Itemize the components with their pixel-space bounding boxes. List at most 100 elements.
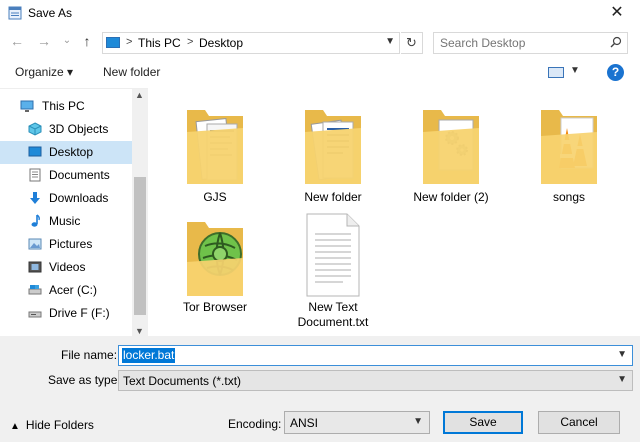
- navigation-bar: ← → ⌄ ↑ > This PC > Desktop ▼ ↻: [0, 28, 640, 56]
- chevron-down-icon[interactable]: ▼: [617, 349, 627, 360]
- folder-tor-icon: [187, 222, 243, 296]
- sidebar-item-label: Videos: [49, 260, 86, 274]
- refresh-icon: ↻: [406, 35, 417, 50]
- search-input[interactable]: [440, 36, 600, 50]
- videos-icon: [28, 261, 42, 273]
- save-form: File name: locker.bat ▼ Save as type: Te…: [0, 336, 640, 442]
- hide-folders-label: Hide Folders: [25, 418, 94, 432]
- file-label: GJS: [203, 190, 227, 204]
- chevron-down-icon: ▼: [413, 416, 423, 427]
- download-icon: [30, 192, 40, 204]
- chevron-up-icon: ▲: [10, 421, 20, 432]
- computer-icon: [20, 100, 34, 112]
- file-name-label: File name:: [61, 348, 118, 362]
- folder-gears-icon: [423, 110, 479, 184]
- sidebar-item-videos[interactable]: Videos: [0, 256, 132, 279]
- sidebar-item-3d-objects[interactable]: 3D Objects: [0, 118, 132, 141]
- save-as-type-value: Text Documents (*.txt): [123, 374, 242, 388]
- sidebar-item-label: Drive F (F:): [49, 306, 110, 320]
- new-folder-button[interactable]: New folder: [103, 65, 160, 79]
- chevron-down-icon[interactable]: ▼: [385, 36, 395, 47]
- scrollbar-thumb[interactable]: [134, 177, 146, 315]
- organize-menu[interactable]: Organize ▾: [15, 65, 73, 79]
- sidebar-item-downloads[interactable]: Downloads: [0, 187, 132, 210]
- address-bar[interactable]: > This PC > Desktop ▼: [102, 32, 400, 54]
- folder-vlc-icon: [541, 110, 597, 184]
- sidebar-item-label: Pictures: [49, 237, 93, 251]
- chevron-down-icon: ⌄: [62, 35, 72, 46]
- drive-icon: [28, 285, 42, 295]
- close-button[interactable]: ✕: [594, 0, 640, 28]
- sidebar-item-this-pc[interactable]: This PC: [0, 95, 132, 118]
- cancel-button[interactable]: Cancel: [538, 411, 620, 434]
- music-icon: [31, 214, 40, 227]
- file-item-tor-browser[interactable]: Tor Browser: [165, 210, 265, 320]
- scroll-up-icon[interactable]: ▲: [135, 90, 144, 100]
- forward-arrow-icon: →: [37, 33, 51, 49]
- chevron-down-icon: ▼: [617, 374, 627, 385]
- sidebar-item-desktop[interactable]: Desktop: [0, 141, 132, 164]
- sidebar-item-label: Acer (C:): [49, 283, 97, 297]
- breadcrumb-desktop[interactable]: Desktop: [199, 36, 243, 50]
- file-list: GJS New folder New folder (2) songs Tor …: [150, 88, 640, 336]
- window-title: Save As: [28, 6, 73, 20]
- sidebar-item-label: Desktop: [49, 145, 94, 159]
- pictures-icon: [28, 238, 42, 250]
- sidebar-item-pictures[interactable]: Pictures: [0, 233, 132, 256]
- sidebar-item-label: Music: [49, 214, 81, 228]
- file-item-gjs[interactable]: GJS: [165, 96, 265, 206]
- close-icon: ✕: [610, 4, 624, 21]
- sidebar-item-label: Downloads: [49, 191, 109, 205]
- notepad-icon: [8, 6, 22, 20]
- folder-documents-icon: [187, 110, 243, 184]
- encoding-select[interactable]: ANSI ▼: [284, 411, 430, 434]
- drive-icon: [28, 311, 42, 318]
- file-item-new-text-document[interactable]: New Text Document.txt: [283, 210, 383, 330]
- sidebar-item-label: 3D Objects: [49, 122, 109, 136]
- back-button[interactable]: ←: [8, 32, 26, 50]
- sidebar-scrollbar[interactable]: ▲ ▼: [132, 89, 148, 337]
- recent-locations-button[interactable]: ⌄: [58, 32, 76, 50]
- sidebar-item-music[interactable]: Music: [0, 210, 132, 233]
- file-label-line2: Document.txt: [297, 315, 369, 329]
- this-pc-icon: [106, 37, 120, 48]
- breadcrumb-separator: >: [126, 36, 133, 48]
- file-item-songs[interactable]: songs: [519, 96, 619, 206]
- scroll-down-icon[interactable]: ▼: [135, 326, 144, 336]
- file-label-line1: New Text: [308, 300, 358, 314]
- sidebar-item-documents[interactable]: Documents: [0, 164, 132, 187]
- command-bar: Organize ▾ New folder ▼ ?: [0, 58, 640, 86]
- search-box[interactable]: [433, 32, 628, 54]
- cube-icon: [28, 122, 42, 136]
- up-arrow-icon: ↑: [83, 33, 91, 49]
- folder-documents-icon: [305, 110, 361, 184]
- sidebar-item-drive-f[interactable]: Drive F (F:): [0, 302, 132, 325]
- file-label: New folder (2): [413, 190, 489, 204]
- up-button[interactable]: ↑: [78, 32, 96, 50]
- save-as-type-select[interactable]: Text Documents (*.txt) ▼: [118, 370, 633, 391]
- sidebar-item-acer-c[interactable]: Acer (C:): [0, 279, 132, 302]
- back-arrow-icon: ←: [10, 33, 24, 49]
- hide-folders-button[interactable]: ▲ Hide Folders: [10, 418, 94, 432]
- save-as-type-label: Save as type:: [48, 373, 121, 387]
- navigation-pane: This PC 3D Objects Desktop Documents Dow…: [0, 88, 148, 337]
- file-item-new-folder-2[interactable]: New folder (2): [401, 96, 501, 206]
- view-options-icon[interactable]: [548, 67, 564, 78]
- text-file-icon: [306, 213, 360, 297]
- forward-button[interactable]: →: [35, 32, 53, 50]
- breadcrumb-this-pc[interactable]: This PC: [138, 36, 181, 50]
- file-label: New folder: [304, 190, 362, 204]
- save-button[interactable]: Save: [443, 411, 523, 434]
- chevron-down-icon[interactable]: ▼: [570, 65, 580, 76]
- sidebar-item-label: This PC: [42, 99, 85, 113]
- file-item-new-folder[interactable]: New folder: [283, 96, 383, 206]
- file-name-field[interactable]: locker.bat ▼: [118, 345, 633, 366]
- refresh-button[interactable]: ↻: [401, 32, 423, 54]
- file-name-value[interactable]: locker.bat: [122, 348, 176, 363]
- help-icon[interactable]: ?: [607, 64, 624, 81]
- file-label: Tor Browser: [182, 300, 247, 314]
- sidebar-item-label: Documents: [49, 168, 110, 182]
- documents-icon: [29, 168, 41, 182]
- encoding-value: ANSI: [290, 416, 319, 430]
- title-bar: Save As ✕: [0, 0, 640, 28]
